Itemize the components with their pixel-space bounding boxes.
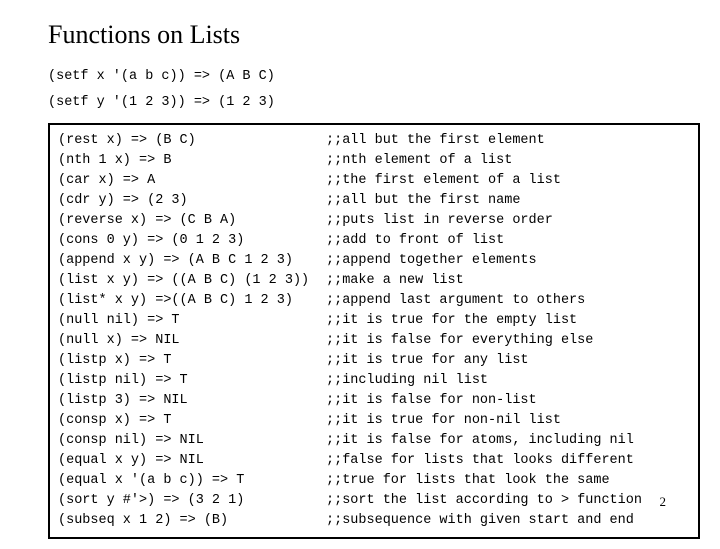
code-expression: (nth 1 x) => B (58, 151, 326, 171)
code-expression: (cons 0 y) => (0 1 2 3) (58, 231, 326, 251)
page-title: Functions on Lists (48, 20, 680, 50)
code-expression: (list x y) => ((A B C) (1 2 3)) (58, 271, 326, 291)
code-expression: (consp nil) => NIL (58, 431, 326, 451)
code-row: (null nil) => T;;it is true for the empt… (58, 311, 690, 331)
code-row: (equal x y) => NIL;;false for lists that… (58, 451, 690, 471)
code-expression: (list* x y) =>((A B C) 1 2 3) (58, 291, 326, 311)
code-row: (consp x) => T;;it is true for non-nil l… (58, 411, 690, 431)
code-comment: ;;add to front of list (326, 231, 504, 251)
code-comment: ;;it is false for non-list (326, 391, 537, 411)
code-comment: ;;puts list in reverse order (326, 211, 553, 231)
code-expression: (listp 3) => NIL (58, 391, 326, 411)
code-comment: ;;append together elements (326, 251, 537, 271)
code-row: (subseq x 1 2) => (B);;subsequence with … (58, 511, 690, 531)
code-comment: ;;it is false for everything else (326, 331, 593, 351)
code-comment: ;;it is true for the empty list (326, 311, 577, 331)
code-box: (rest x) => (B C);;all but the first ele… (48, 123, 700, 538)
code-row: (sort y #'>) => (3 2 1);;sort the list a… (58, 491, 690, 511)
code-comment: ;;sort the list according to > function (326, 491, 642, 511)
setf-line: (setf x '(a b c)) => (A B C) (48, 64, 680, 90)
code-row: (reverse x) => (C B A);;puts list in rev… (58, 211, 690, 231)
code-expression: (null x) => NIL (58, 331, 326, 351)
code-row: (append x y) => (A B C 1 2 3);;append to… (58, 251, 690, 271)
code-comment: ;;including nil list (326, 371, 488, 391)
code-comment: ;;true for lists that look the same (326, 471, 610, 491)
code-row: (list* x y) =>((A B C) 1 2 3);;append la… (58, 291, 690, 311)
code-row: (listp x) => T;;it is true for any list (58, 351, 690, 371)
code-row: (nth 1 x) => B;;nth element of a list (58, 151, 690, 171)
code-expression: (reverse x) => (C B A) (58, 211, 326, 231)
code-expression: (equal x y) => NIL (58, 451, 326, 471)
code-expression: (car x) => A (58, 171, 326, 191)
code-comment: ;;all but the first element (326, 131, 545, 151)
setf-line: (setf y '(1 2 3)) => (1 2 3) (48, 90, 680, 116)
code-row: (list x y) => ((A B C) (1 2 3));;make a … (58, 271, 690, 291)
code-comment: ;;append last argument to others (326, 291, 585, 311)
code-expression: (rest x) => (B C) (58, 131, 326, 151)
setf-block: (setf x '(a b c)) => (A B C) (setf y '(1… (48, 64, 680, 115)
code-expression: (listp x) => T (58, 351, 326, 371)
code-row: (car x) => A;;the first element of a lis… (58, 171, 690, 191)
code-row: (consp nil) => NIL;;it is false for atom… (58, 431, 690, 451)
page-number: 2 (660, 494, 667, 510)
code-expression: (listp nil) => T (58, 371, 326, 391)
code-expression: (equal x '(a b c)) => T (58, 471, 326, 491)
code-comment: ;;subsequence with given start and end (326, 511, 634, 531)
code-row: (listp nil) => T;;including nil list (58, 371, 690, 391)
code-row: (cons 0 y) => (0 1 2 3);;add to front of… (58, 231, 690, 251)
code-comment: ;;nth element of a list (326, 151, 512, 171)
code-expression: (append x y) => (A B C 1 2 3) (58, 251, 326, 271)
code-expression: (sort y #'>) => (3 2 1) (58, 491, 326, 511)
code-row: (null x) => NIL;;it is false for everyth… (58, 331, 690, 351)
code-comment: ;;the first element of a list (326, 171, 561, 191)
code-row: (cdr y) => (2 3);;all but the first name (58, 191, 690, 211)
code-comment: ;;it is true for non-nil list (326, 411, 561, 431)
code-expression: (null nil) => T (58, 311, 326, 331)
code-comment: ;;all but the first name (326, 191, 520, 211)
code-expression: (cdr y) => (2 3) (58, 191, 326, 211)
code-row: (equal x '(a b c)) => T;;true for lists … (58, 471, 690, 491)
code-comment: ;;false for lists that looks different (326, 451, 634, 471)
code-comment: ;;it is false for atoms, including nil (326, 431, 634, 451)
code-comment: ;;make a new list (326, 271, 464, 291)
code-row: (rest x) => (B C);;all but the first ele… (58, 131, 690, 151)
code-row: (listp 3) => NIL;;it is false for non-li… (58, 391, 690, 411)
code-expression: (subseq x 1 2) => (B) (58, 511, 326, 531)
code-comment: ;;it is true for any list (326, 351, 529, 371)
code-expression: (consp x) => T (58, 411, 326, 431)
